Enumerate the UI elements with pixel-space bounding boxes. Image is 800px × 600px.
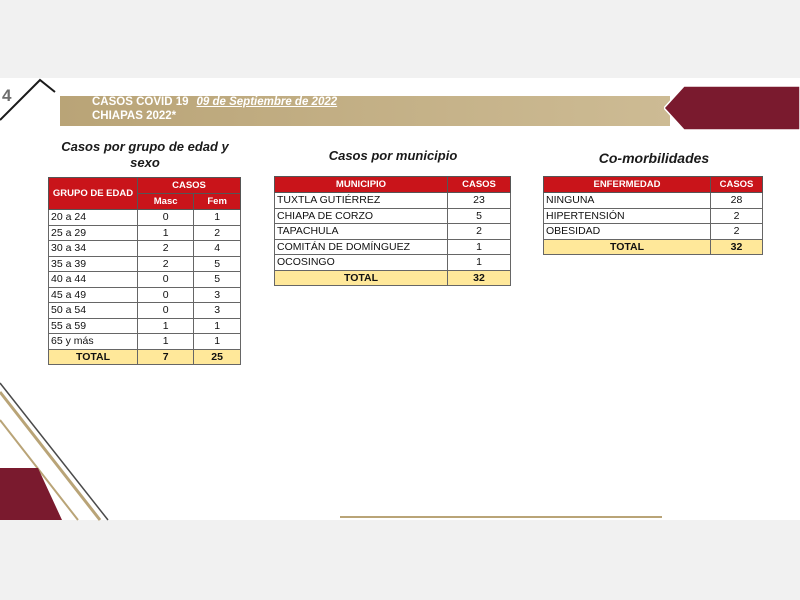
age-group-cell: 65 y más (48, 333, 138, 350)
masc-cell: 0 (136, 302, 195, 319)
cases-cell: 2 (710, 223, 763, 240)
cases-cell: 1 (447, 238, 511, 255)
table-row: 65 y más 1 1 (48, 333, 241, 350)
municipio-cell: TUXTLA GUTIÉRREZ (274, 192, 448, 209)
table-row: 25 a 29 1 2 (48, 224, 241, 241)
table-row: OBESIDAD 2 (543, 223, 763, 240)
masc-cell: 0 (136, 209, 195, 226)
total-label: TOTAL (48, 348, 138, 365)
municipio-cell: COMITÁN DE DOMÍNGUEZ (274, 238, 448, 255)
disease-cell: HIPERTENSIÓN (543, 207, 711, 224)
municipio-cell: OCOSINGO (274, 254, 448, 271)
fem-cell: 3 (193, 302, 241, 319)
disease-cell: NINGUNA (543, 192, 711, 209)
masc-cell: 1 (136, 333, 195, 350)
maroon-header-shape (664, 85, 800, 131)
age-group-cell: 50 a 54 (48, 302, 138, 319)
municipio-table: MUNICIPIO CASOS TUXTLA GUTIÉRREZ 23 CHIAP… (274, 176, 511, 286)
table-row: TUXTLA GUTIÉRREZ 23 (274, 192, 511, 209)
header-text: CASOS COVID 19 09 de Septiembre de 2022 C… (92, 95, 337, 123)
total-cases: 32 (710, 238, 763, 255)
total-label: TOTAL (274, 269, 448, 286)
fem-cell: 4 (193, 240, 241, 257)
age-table: GRUPO DE EDAD CASOS Masc Fem 20 a 24 0 1 2… (48, 177, 241, 365)
masc-cell: 2 (136, 240, 195, 257)
total-row: TOTAL 7 25 (48, 348, 241, 365)
fem-cell: 1 (193, 209, 241, 226)
age-group-cell: 45 a 49 (48, 286, 138, 303)
col-disease-header: ENFERMEDAD (543, 176, 711, 193)
col-cases-header: CASOS (710, 176, 763, 193)
fem-cell: 5 (193, 255, 241, 272)
age-group-cell: 40 a 44 (48, 271, 138, 288)
cases-cell: 23 (447, 192, 511, 209)
col-group-header: GRUPO DE EDAD (48, 177, 138, 210)
fem-cell: 1 (193, 317, 241, 334)
total-fem: 25 (193, 348, 241, 365)
comorb-table-title: Co-morbilidades (598, 150, 710, 166)
total-row: TOTAL 32 (274, 269, 511, 286)
cases-cell: 2 (710, 207, 763, 224)
total-cases: 32 (447, 269, 511, 286)
header-subtitle: CHIAPAS 2022* (92, 110, 177, 122)
table-row: CHIAPA DE CORZO 5 (274, 207, 511, 224)
age-group-cell: 55 a 59 (48, 317, 138, 334)
maroon-triangle (0, 468, 62, 520)
fem-cell: 1 (193, 333, 241, 350)
table-row: NINGUNA 28 (543, 192, 763, 209)
col-fem-header: Fem (193, 193, 241, 210)
age-group-cell: 25 a 29 (48, 224, 138, 241)
fem-cell: 3 (193, 286, 241, 303)
municipio-table-title: Casos por municipio (328, 148, 458, 163)
col-masc-header: Masc (136, 193, 195, 210)
header-date: 09 de Septiembre de 2022 (196, 96, 338, 108)
col-cases-header: CASOS (447, 176, 511, 193)
masc-cell: 0 (136, 271, 195, 288)
comorb-table: ENFERMEDAD CASOS NINGUNA 28 HIPERTENSIÓN 2… (543, 176, 763, 255)
header-title: CASOS COVID 19 (92, 96, 189, 108)
table-row: 35 a 39 2 5 (48, 255, 241, 272)
total-row: TOTAL 32 (543, 238, 763, 255)
age-table-title: Casos por grupo de edad y sexo (61, 139, 229, 170)
cases-cell: 28 (710, 192, 763, 209)
age-group-cell: 35 a 39 (48, 255, 138, 272)
age-group-cell: 20 a 24 (48, 209, 138, 226)
table-row: TAPACHULA 2 (274, 223, 511, 240)
col-municipio-header: MUNICIPIO (274, 176, 448, 193)
table-row: 30 a 34 2 4 (48, 240, 241, 257)
fem-cell: 5 (193, 271, 241, 288)
table-row: OCOSINGO 1 (274, 254, 511, 271)
table-row: COMITÁN DE DOMÍNGUEZ 1 (274, 238, 511, 255)
cases-cell: 5 (447, 207, 511, 224)
cases-cell: 1 (447, 254, 511, 271)
masc-cell: 0 (136, 286, 195, 303)
masc-cell: 1 (136, 224, 195, 241)
page-number: 4 (2, 86, 12, 105)
table-row: 20 a 24 0 1 (48, 209, 241, 226)
fem-cell: 2 (193, 224, 241, 241)
masc-cell: 2 (136, 255, 195, 272)
disease-cell: OBESIDAD (543, 223, 711, 240)
footer-divider (340, 516, 662, 518)
municipio-cell: TAPACHULA (274, 223, 448, 240)
municipio-cell: CHIAPA DE CORZO (274, 207, 448, 224)
total-label: TOTAL (543, 238, 711, 255)
table-row: 55 a 59 1 1 (48, 317, 241, 334)
col-cases-header: CASOS (137, 177, 241, 194)
total-masc: 7 (136, 348, 195, 365)
table-row: 50 a 54 0 3 (48, 302, 241, 319)
table-row: 45 a 49 0 3 (48, 286, 241, 303)
age-group-cell: 30 a 34 (48, 240, 138, 257)
table-row: HIPERTENSIÓN 2 (543, 207, 763, 224)
cases-cell: 2 (447, 223, 511, 240)
masc-cell: 1 (136, 317, 195, 334)
table-row: 40 a 44 0 5 (48, 271, 241, 288)
